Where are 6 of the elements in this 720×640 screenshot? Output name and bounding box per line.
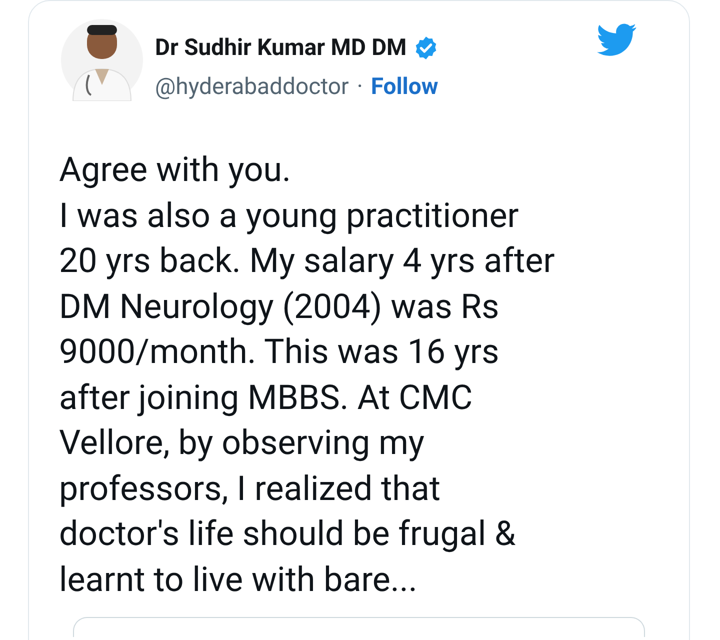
- bird-icon[interactable]: [597, 23, 637, 57]
- author-name[interactable]: Dr Sudhir Kumar MD DM: [155, 31, 407, 66]
- follow-link[interactable]: Follow: [370, 70, 438, 104]
- separator-dot: ·: [356, 72, 363, 102]
- author-handle[interactable]: @hyderabaddoctor: [155, 70, 349, 104]
- tweet-text: Agree with you. I was also a young practitioner 20 yrs back. My salary 4 yrs after DM Neurology (2004) was Rs 9000/month. This was 16 yrs after joining MBBS. At CMC Vellore, by observing my professors, I realized that doctor's life should be frugal & learnt to live with bare...: [58, 149, 556, 602]
